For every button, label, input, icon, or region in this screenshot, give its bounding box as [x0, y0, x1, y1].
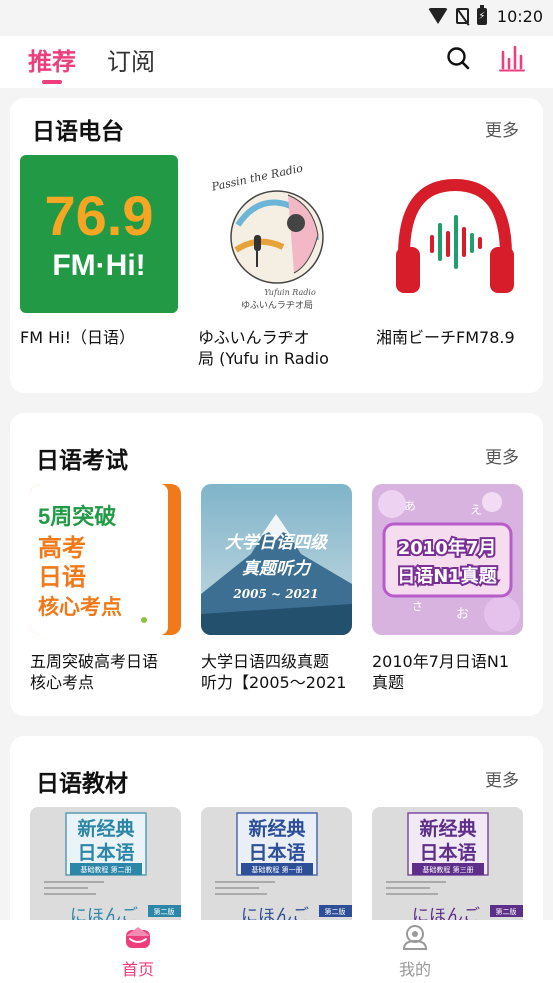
svg-text:新经典: 新经典	[419, 817, 476, 840]
status-time: 10:20	[496, 6, 543, 26]
section-textbook: 日语教材 更多 新经典 日本语 基础教程 第二册 にほんご 第二版 新经典 日本…	[10, 736, 543, 936]
no-sim-icon	[455, 8, 469, 24]
card-label: 大学日语四级真题 听力【2005～2021	[201, 652, 347, 692]
svg-text:Passin the Radio: Passin the Radio	[210, 162, 305, 194]
cover-image: 新经典 日本语 基础教程 第一册 にほんご 第二版	[201, 807, 352, 927]
card-label: 湘南ビーチFM78.9	[376, 328, 515, 347]
card-label: 2010年7月日语N1 真题	[372, 652, 510, 692]
nav-me[interactable]: 我的	[375, 924, 455, 980]
svg-text:FM·Hi!: FM·Hi!	[52, 249, 145, 282]
radio-card-yufuin[interactable]: Passin the Radio Yufuin Radio ゆふいんラヂオ局 ゆ…	[198, 155, 356, 375]
svg-text:核心考点: 核心考点	[38, 595, 122, 619]
top-nav: 推荐 订阅	[0, 36, 553, 88]
cover-image: Passin the Radio Yufuin Radio ゆふいんラヂオ局	[198, 155, 356, 313]
section-title: 日语电台	[32, 119, 124, 145]
card-label: FM Hi!（日语）	[20, 328, 135, 347]
svg-text:大学日语四级: 大学日语四级	[225, 533, 329, 553]
svg-text:お: お	[456, 607, 469, 622]
svg-text:さ: さ	[412, 600, 423, 613]
tab-subscribe[interactable]: 订阅	[107, 42, 155, 77]
textbook-card-book3[interactable]: 新经典 日本语 基础教程 第三册 にほんご 第二版	[372, 807, 523, 927]
svg-text:第二版: 第二版	[154, 907, 175, 916]
cover-image: 大学日语四级 真题听力 2005 ~ 2021	[201, 484, 352, 635]
cover-image: 新经典 日本语 基础教程 第三册 にほんご 第二版	[372, 807, 523, 927]
svg-text:日本语: 日本语	[77, 841, 134, 864]
exam-card-gaokao[interactable]: 5周突破 高考 日语 核心考点 五周突破高考日语 核心考点	[30, 484, 181, 694]
svg-text:日本语: 日本语	[419, 841, 476, 864]
svg-text:2005 ~ 2021: 2005 ~ 2021	[232, 587, 318, 601]
svg-text:新经典: 新经典	[248, 817, 305, 840]
nav-home[interactable]: 首页	[98, 924, 178, 980]
svg-text:新经典: 新经典	[77, 817, 134, 840]
more-link[interactable]: 更多	[485, 766, 519, 791]
exam-card-n1[interactable]: 2010年7月 日语N1真题 あ え さ お 2010年7月日语N1 真题	[372, 484, 523, 694]
svg-text:基础教程 第一册: 基础教程 第一册	[251, 865, 302, 874]
svg-text:え: え	[470, 503, 482, 517]
svg-text:あ: あ	[404, 499, 416, 513]
exam-card-cet4[interactable]: 大学日语四级 真题听力 2005 ~ 2021 大学日语四级真题 听力【2005…	[201, 484, 352, 694]
radio-card-fm-hi[interactable]: 76.9 FM·Hi! FM Hi!（日语）	[20, 155, 178, 375]
svg-text:基础教程 第二册: 基础教程 第二册	[80, 865, 131, 874]
svg-text:76.9: 76.9	[45, 184, 154, 247]
more-link[interactable]: 更多	[485, 443, 519, 468]
radio-card-shonan[interactable]: 湘南ビーチFM78.9	[376, 155, 534, 375]
home-icon	[126, 927, 150, 948]
more-link[interactable]: 更多	[485, 116, 519, 141]
card-label: ゆふいんラヂオ 局 (Yufu in Radio	[198, 328, 329, 368]
tab-recommend[interactable]: 推荐	[28, 42, 76, 77]
cover-image: 76.9 FM·Hi!	[20, 155, 178, 313]
bottom-nav: 首页 我的	[0, 920, 553, 983]
card-label: 五周突破高考日语 核心考点	[30, 652, 159, 692]
active-tab-indicator	[42, 80, 62, 84]
svg-text:日语N1真题: 日语N1真题	[397, 565, 498, 587]
svg-text:ゆふいんラヂオ局: ゆふいんラヂオ局	[241, 300, 313, 311]
svg-text:日语: 日语	[38, 563, 86, 591]
svg-text:日本语: 日本语	[248, 841, 305, 864]
svg-text:第二版: 第二版	[325, 907, 346, 916]
svg-text:Yufuin Radio: Yufuin Radio	[264, 288, 316, 297]
user-icon	[402, 925, 428, 950]
svg-text:真题听力: 真题听力	[242, 559, 312, 579]
search-icon[interactable]	[446, 46, 470, 70]
svg-text:高考: 高考	[38, 534, 86, 562]
cover-image: 5周突破 高考 日语 核心考点	[30, 484, 181, 635]
status-bar: 10:20	[0, 0, 553, 32]
textbook-card-book2[interactable]: 新经典 日本语 基础教程 第二册 にほんご 第二版	[30, 807, 181, 927]
nav-me-label: 我的	[398, 960, 431, 979]
textbook-card-book1[interactable]: 新经典 日本语 基础教程 第一册 にほんご 第二版	[201, 807, 352, 927]
svg-text:第二版: 第二版	[496, 907, 517, 916]
wifi-icon	[427, 8, 448, 24]
svg-text:5周突破: 5周突破	[38, 504, 116, 529]
battery-charging-icon	[476, 4, 487, 25]
chart-icon[interactable]	[499, 44, 525, 72]
cover-image: 新经典 日本语 基础教程 第二册 にほんご 第二版	[30, 807, 181, 927]
section-radio: 日语电台 更多 76.9 FM·Hi! FM Hi!（日语） Passin th…	[10, 98, 543, 393]
cover-image: 2010年7月 日语N1真题 あ え さ お	[372, 484, 523, 635]
svg-text:2010年7月: 2010年7月	[398, 537, 497, 559]
section-exam: 日语考试 更多 5周突破 高考 日语 核心考点 五周突破高考日语 核心考点 大学…	[10, 413, 543, 716]
section-title: 日语考试	[36, 448, 128, 474]
svg-text:基础教程 第三册: 基础教程 第三册	[422, 865, 473, 874]
nav-home-label: 首页	[121, 960, 154, 979]
section-title: 日语教材	[36, 771, 128, 797]
cover-image	[376, 155, 534, 313]
